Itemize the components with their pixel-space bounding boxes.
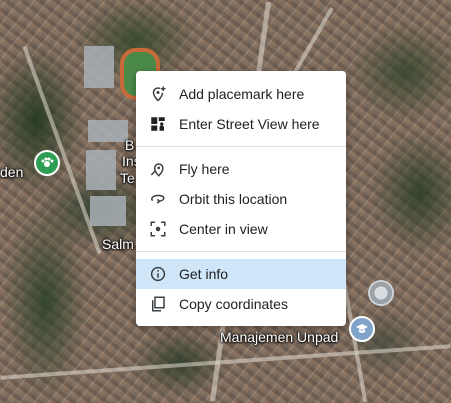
map-label-building: Te	[120, 170, 135, 186]
menu-divider	[136, 146, 346, 147]
menu-item-orbit[interactable]: Orbit this location	[136, 184, 346, 214]
menu-item-label: Orbit this location	[179, 191, 288, 207]
menu-item-label: Get info	[179, 266, 229, 282]
park-pin-icon[interactable]	[34, 150, 60, 176]
street-view-icon	[136, 115, 179, 133]
menu-item-label: Copy coordinates	[179, 296, 288, 312]
menu-item-fly-here[interactable]: Fly here	[136, 154, 346, 184]
map-label-manajemen-unpad: Manajemen Unpad	[220, 329, 339, 345]
context-menu: Add placemark here Enter Street View her…	[136, 71, 346, 326]
map-label-place: Salm	[102, 236, 134, 252]
add-placemark-icon	[136, 85, 179, 103]
menu-item-label: Center in view	[179, 221, 268, 237]
building-roof	[86, 150, 116, 190]
menu-item-add-placemark[interactable]: Add placemark here	[136, 79, 346, 109]
info-icon	[136, 265, 179, 283]
map-label-left: den	[0, 164, 24, 180]
road	[0, 344, 451, 380]
roundabout-landmark	[368, 280, 394, 306]
orbit-icon	[136, 190, 179, 208]
menu-item-center-in-view[interactable]: Center in view	[136, 214, 346, 244]
menu-item-get-info[interactable]: Get info	[136, 259, 346, 289]
fly-here-icon	[136, 160, 179, 178]
copy-icon	[136, 295, 179, 313]
menu-item-street-view[interactable]: Enter Street View here	[136, 109, 346, 139]
center-view-icon	[136, 220, 179, 238]
menu-item-label: Add placemark here	[179, 86, 305, 102]
menu-item-copy-coordinates[interactable]: Copy coordinates	[136, 289, 346, 319]
building-roof	[84, 46, 114, 88]
building-roof	[88, 120, 128, 142]
menu-item-label: Fly here	[179, 161, 230, 177]
menu-item-label: Enter Street View here	[179, 116, 320, 132]
building-roof	[90, 196, 126, 226]
map-label-building: B	[125, 137, 135, 153]
school-pin-icon[interactable]	[349, 316, 375, 342]
menu-divider	[136, 251, 346, 252]
